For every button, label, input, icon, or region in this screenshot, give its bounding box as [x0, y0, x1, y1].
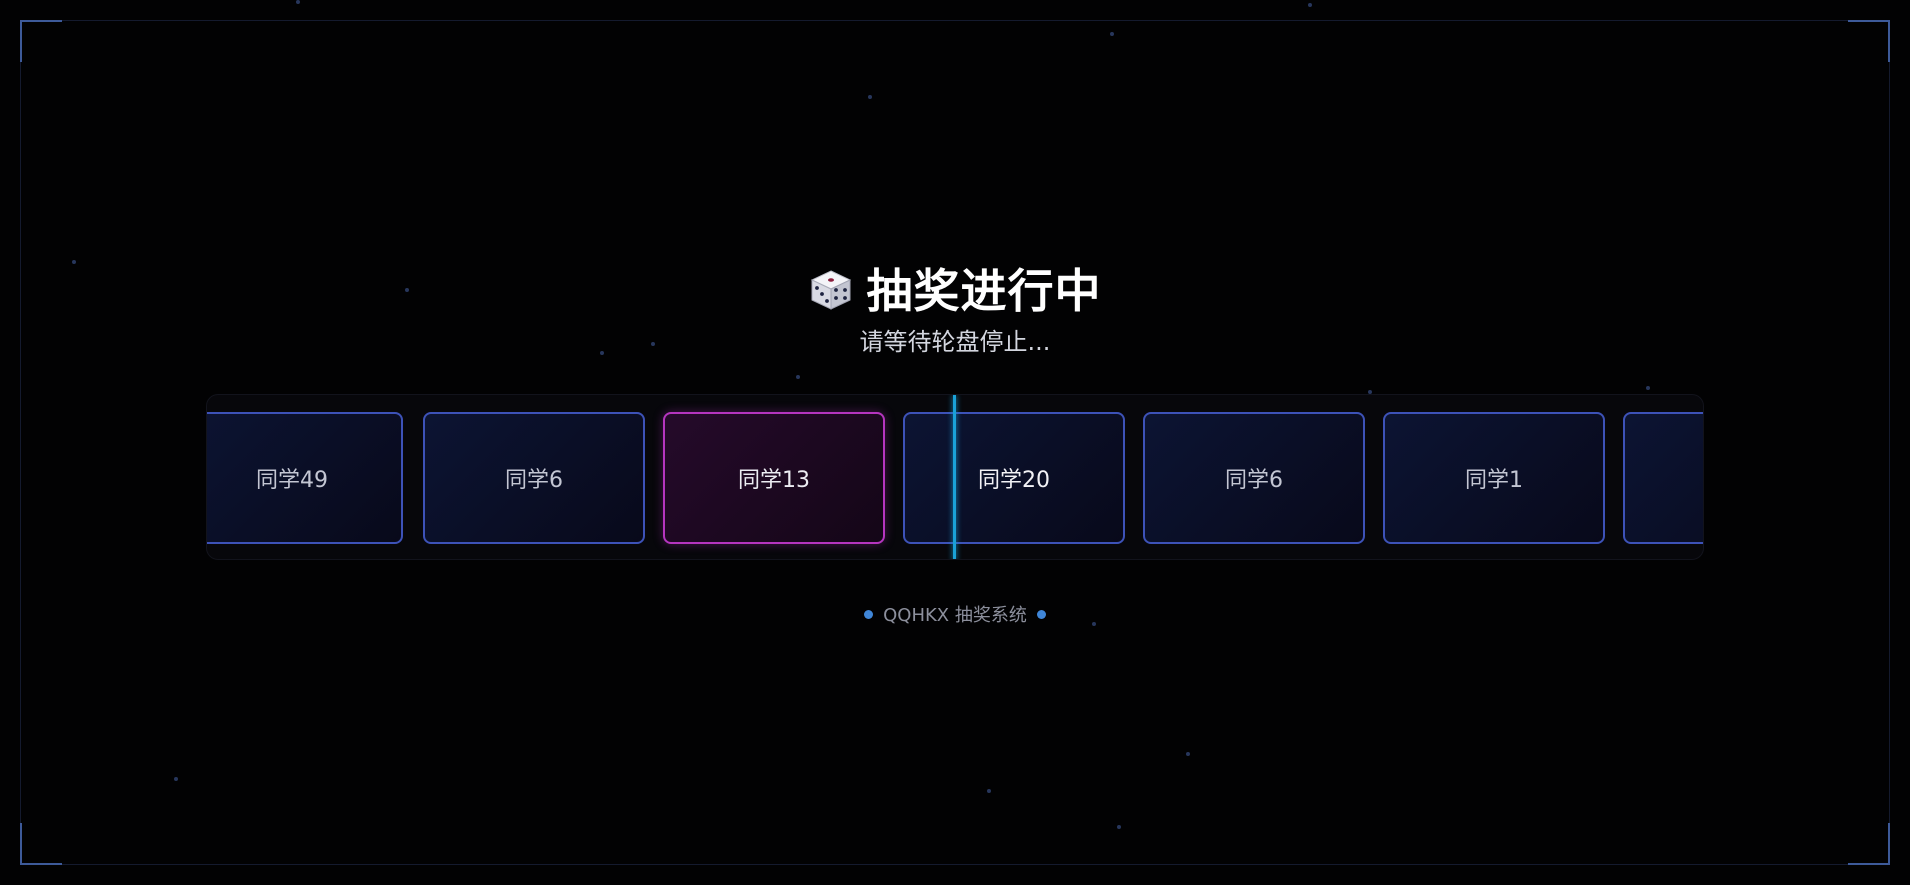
reel-card: 同学6 [423, 412, 645, 544]
page-title: 抽奖进行中 [866, 264, 1102, 318]
star [1117, 825, 1121, 829]
star [1308, 3, 1312, 7]
reel-card: 同学20 [903, 412, 1125, 544]
footer: QQHKX 抽奖系统 [0, 601, 1910, 627]
star [174, 777, 178, 781]
frame-corner-top-right [1848, 20, 1890, 62]
reel-card: 同学6 [1143, 412, 1365, 544]
dice-icon [809, 268, 851, 310]
footer-dot-icon [1036, 609, 1046, 619]
reel-pointer [953, 395, 956, 559]
star [868, 95, 872, 99]
lottery-screen: 抽奖进行中 请等待轮盘停止... 同学49 同学6 同学13 同学20 同学6 … [0, 0, 1910, 885]
reel-card: 同学1 [1383, 412, 1605, 544]
reel-card [1623, 412, 1703, 544]
frame-corner-bottom-left [20, 823, 62, 865]
frame-corner-top-left [20, 20, 62, 62]
star [1646, 386, 1650, 390]
title-row: 抽奖进行中 [0, 255, 1910, 321]
star [1186, 752, 1190, 756]
star [1110, 32, 1114, 36]
page-subtitle: 请等待轮盘停止... [859, 328, 1051, 356]
star [796, 375, 800, 379]
lottery-reel: 同学49 同学6 同学13 同学20 同学6 同学1 [206, 394, 1704, 560]
reel-card: 同学49 [207, 412, 403, 544]
footer-dot-icon [864, 609, 874, 619]
reel-card-highlighted: 同学13 [663, 412, 885, 544]
star [987, 789, 991, 793]
frame-corner-bottom-right [1848, 823, 1890, 865]
footer-label: QQHKX 抽奖系统 [883, 605, 1027, 626]
star [296, 0, 300, 4]
